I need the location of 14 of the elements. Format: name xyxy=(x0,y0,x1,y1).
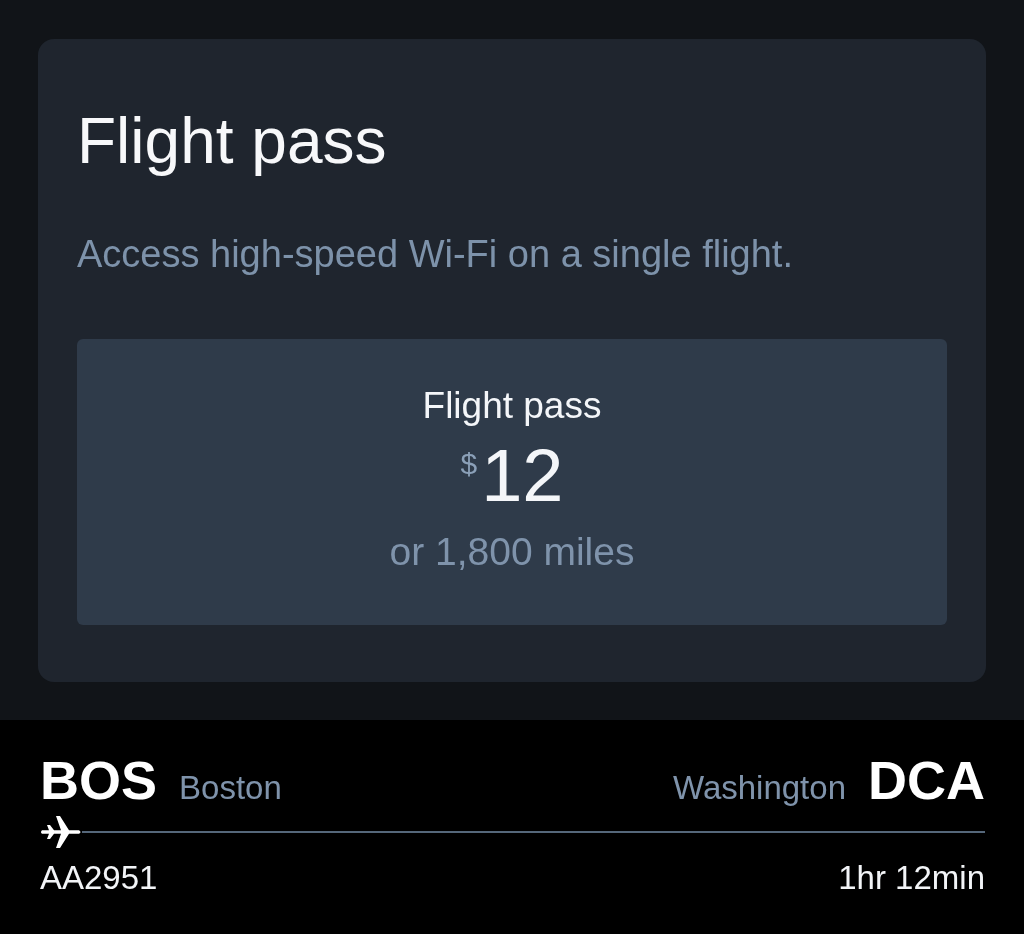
flight-number: AA2951 xyxy=(40,859,158,898)
pass-option[interactable]: Flight pass $12 or 1,800 miles xyxy=(77,339,947,625)
card-title: Flight pass xyxy=(77,105,387,179)
price-amount: 12 xyxy=(481,432,564,518)
miles-price: or 1,800 miles xyxy=(389,529,635,575)
currency-symbol: $ xyxy=(460,446,478,482)
card-description: Access high-speed Wi-Fi on a single flight. xyxy=(77,232,793,277)
airplane-icon xyxy=(40,815,82,850)
flight-duration: 1hr 12min xyxy=(838,859,985,898)
destination-city: Washington xyxy=(672,769,846,807)
destination-code: DCA xyxy=(868,749,985,812)
option-title: Flight pass xyxy=(422,385,602,428)
origin-city: Boston xyxy=(179,769,282,807)
origin-code: BOS xyxy=(40,749,158,812)
